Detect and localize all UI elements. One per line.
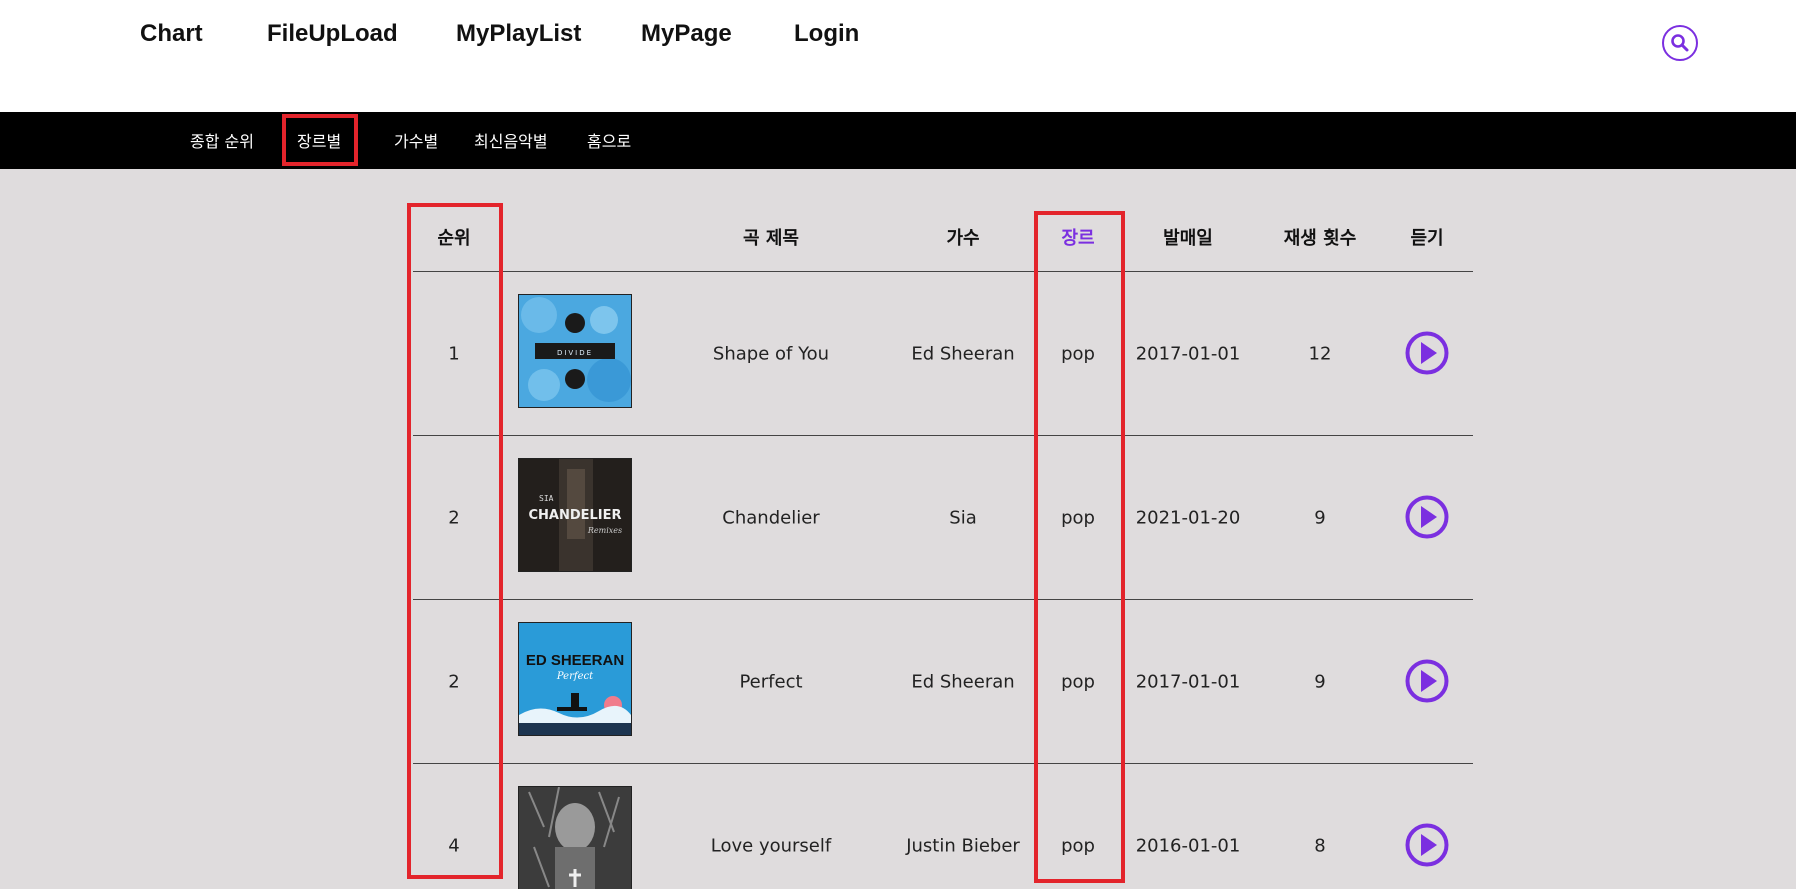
play-count-cell: 9 bbox=[1314, 507, 1326, 529]
row-divider bbox=[413, 599, 1473, 600]
chandelier-cover-art: SIA CHANDELIER Remixes bbox=[519, 459, 631, 571]
play-icon bbox=[1421, 342, 1437, 364]
release-date-cell: 2017-01-01 bbox=[1135, 343, 1241, 365]
row-divider bbox=[413, 763, 1473, 764]
header-play-count: 재생 횟수 bbox=[1283, 228, 1357, 249]
song-title-cell: Perfect bbox=[739, 671, 803, 693]
purpose-cover-art bbox=[519, 787, 631, 889]
artist-cell: Ed Sheeran bbox=[911, 671, 1015, 693]
subnav-by-genre[interactable]: 장르별 bbox=[297, 128, 341, 152]
top-navbar bbox=[0, 0, 1796, 112]
subnav-by-artist[interactable]: 가수별 bbox=[394, 128, 438, 152]
rank-cell: 2 bbox=[448, 671, 460, 693]
svg-text:SIA: SIA bbox=[539, 494, 554, 503]
artist-cell: Justin Bieber bbox=[906, 835, 1020, 857]
svg-text:ED SHEERAN: ED SHEERAN bbox=[526, 652, 624, 669]
play-button[interactable] bbox=[1405, 331, 1449, 375]
genre-cell: pop bbox=[1061, 671, 1095, 693]
play-count-cell: 12 bbox=[1308, 343, 1332, 365]
highlight-genre-column bbox=[1034, 211, 1125, 883]
release-date-cell: 2021-01-20 bbox=[1135, 507, 1241, 529]
divide-cover-art: DIVIDE bbox=[519, 295, 631, 407]
svg-text:DIVIDE: DIVIDE bbox=[557, 349, 593, 357]
release-date-cell: 2017-01-01 bbox=[1135, 671, 1241, 693]
perfect-cover-art: ED SHEERAN Perfect bbox=[519, 623, 631, 735]
header-rank: 순위 bbox=[437, 228, 471, 249]
rank-cell: 1 bbox=[448, 343, 460, 365]
nav-mypage[interactable]: MyPage bbox=[641, 20, 732, 48]
play-count-cell: 8 bbox=[1314, 835, 1326, 857]
nav-login[interactable]: Login bbox=[794, 20, 859, 48]
highlight-rank-column bbox=[407, 203, 503, 879]
nav-fileupload[interactable]: FileUpLoad bbox=[267, 20, 398, 48]
nav-myplaylist[interactable]: MyPlayList bbox=[456, 20, 581, 48]
rank-cell: 4 bbox=[448, 835, 460, 857]
genre-cell: pop bbox=[1061, 507, 1095, 529]
genre-cell: pop bbox=[1061, 343, 1095, 365]
header-release-date: 발매일 bbox=[1163, 228, 1213, 249]
search-icon bbox=[1671, 34, 1689, 52]
play-icon bbox=[1421, 506, 1437, 528]
release-date-cell: 2016-01-01 bbox=[1135, 835, 1241, 857]
header-listen: 듣기 bbox=[1410, 228, 1444, 249]
subnav-overall-rank[interactable]: 종합 순위 bbox=[190, 128, 254, 152]
svg-text:Remixes: Remixes bbox=[587, 526, 622, 535]
rank-cell: 2 bbox=[448, 507, 460, 529]
song-title-cell: Shape of You bbox=[712, 343, 830, 365]
nav-chart[interactable]: Chart bbox=[140, 20, 203, 48]
header-divider bbox=[413, 271, 1473, 272]
row-divider bbox=[413, 435, 1473, 436]
header-title: 곡 제목 bbox=[743, 228, 799, 249]
subnav-latest-music[interactable]: 최신음악별 bbox=[474, 128, 548, 152]
header-artist: 가수 bbox=[946, 228, 980, 249]
search-button[interactable] bbox=[1662, 25, 1698, 61]
album-cover: DIVIDE bbox=[518, 294, 632, 408]
play-icon bbox=[1421, 670, 1437, 692]
header-genre: 장르 bbox=[1061, 228, 1095, 249]
play-button[interactable] bbox=[1405, 823, 1449, 867]
song-title-cell: Chandelier bbox=[722, 507, 820, 529]
sub-navbar bbox=[0, 112, 1796, 169]
artist-cell: Ed Sheeran bbox=[911, 343, 1015, 365]
song-title-cell: Love yourself bbox=[710, 835, 832, 857]
album-cover bbox=[518, 786, 632, 889]
play-icon bbox=[1421, 834, 1437, 856]
artist-cell: Sia bbox=[949, 507, 977, 529]
svg-text:CHANDELIER: CHANDELIER bbox=[528, 508, 621, 523]
play-count-cell: 9 bbox=[1314, 671, 1326, 693]
svg-text:Perfect: Perfect bbox=[556, 671, 594, 682]
album-cover: SIA CHANDELIER Remixes bbox=[518, 458, 632, 572]
play-button[interactable] bbox=[1405, 659, 1449, 703]
genre-cell: pop bbox=[1061, 835, 1095, 857]
album-cover: ED SHEERAN Perfect bbox=[518, 622, 632, 736]
subnav-home[interactable]: 홈으로 bbox=[587, 128, 631, 152]
play-button[interactable] bbox=[1405, 495, 1449, 539]
